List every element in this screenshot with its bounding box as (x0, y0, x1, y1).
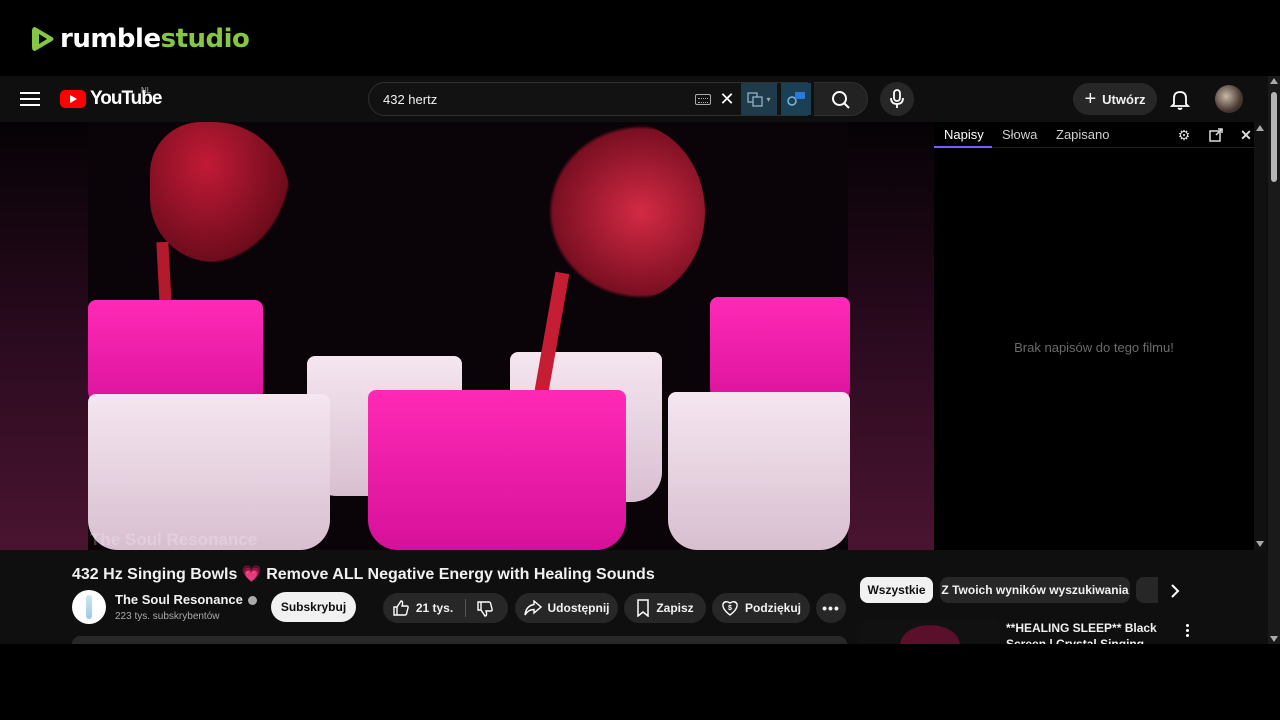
notifications-bell-icon[interactable] (1168, 87, 1192, 111)
gear-icon[interactable]: ⚙ (1176, 127, 1192, 143)
chip-partial[interactable] (1136, 577, 1158, 603)
active-tab-indicator (934, 146, 992, 148)
rumble-banner: rumblestudio (0, 0, 1280, 76)
video-bowl-5 (88, 394, 330, 550)
voice-search-button[interactable] (880, 82, 914, 116)
thumbs-up-icon (393, 600, 409, 616)
create-button[interactable]: + Utwórz (1073, 83, 1157, 115)
popout-icon[interactable] (1208, 127, 1224, 143)
video-bowl-7 (368, 390, 626, 550)
rumble-studio-word: studio (160, 24, 250, 54)
video-watermark: The Soul Resonance (90, 530, 258, 549)
save-label: Zapisz (656, 601, 694, 615)
channel-avatar[interactable] (72, 590, 106, 624)
search-input[interactable] (381, 89, 681, 109)
more-dots-icon: ••• (822, 600, 840, 616)
search-button[interactable] (814, 82, 868, 116)
like-divider (465, 599, 466, 617)
svg-text:$: $ (728, 605, 732, 612)
page-scroll-thumb[interactable] (1271, 92, 1277, 182)
scroll-up-arrow-icon[interactable] (1256, 125, 1264, 131)
video-side-band-left (0, 122, 88, 550)
user-avatar[interactable] (1215, 85, 1243, 113)
heart-dollar-icon: $ (722, 601, 738, 616)
transcript-panel: Napisy Słowa Zapisano ⚙ ✕ Brak napisów d… (934, 122, 1254, 550)
more-actions-button[interactable]: ••• (816, 593, 846, 623)
thanks-button[interactable]: $ Podziękuj (712, 593, 810, 623)
captions-extension-icon[interactable] (781, 83, 811, 115)
video-title: 432 Hz Singing Bowls 💗 Remove ALL Negati… (72, 564, 655, 584)
transcript-empty-message: Brak napisów do tego filmu! (1014, 340, 1174, 355)
tab-napisy[interactable]: Napisy (944, 127, 984, 142)
heart-emoji-icon: 💗 (241, 566, 262, 583)
channel-name-row[interactable]: The Soul Resonance (115, 592, 257, 607)
keyboard-icon[interactable] (695, 94, 711, 105)
thanks-label: Podziękuj (744, 601, 801, 615)
search-box: ✕ ▾ (368, 82, 811, 116)
translate-extension-icon[interactable]: ▾ (741, 83, 777, 115)
chip-from-search[interactable]: Z Twoich wyników wyszukiwania (940, 577, 1130, 603)
chevron-right-icon[interactable] (1166, 582, 1184, 600)
save-button[interactable]: Zapisz (624, 593, 706, 623)
page-scrollbar[interactable] (1268, 76, 1280, 644)
like-count: 21 tys. (415, 601, 454, 615)
rumble-logo-icon (32, 27, 54, 51)
hamburger-menu-icon[interactable] (18, 88, 42, 110)
microphone-icon (890, 89, 904, 108)
country-code: NL (141, 86, 152, 95)
video-player[interactable]: The Soul Resonance (0, 122, 934, 550)
video-title-part1: 432 Hz Singing Bowls (72, 566, 238, 583)
recommendation-title[interactable]: **HEALING SLEEP** Black Screen | Crystal… (1006, 620, 1176, 644)
rumble-brand-word: rumble (60, 24, 161, 54)
recommendation-thumbnail[interactable] (860, 619, 1000, 644)
clear-search-icon[interactable]: ✕ (717, 89, 737, 109)
create-label: Utwórz (1102, 91, 1146, 107)
masthead: YouTube NL ✕ ▾ + Utwórz (0, 76, 1268, 122)
rumble-studio-logo: rumblestudio (30, 24, 250, 54)
tab-slowa[interactable]: Słowa (1002, 127, 1037, 142)
video-side-band-right (848, 122, 934, 550)
subscriber-count: 223 tys. subskrybentów (115, 611, 220, 622)
chip-all[interactable]: Wszystkie (860, 577, 933, 603)
description-box[interactable] (72, 636, 847, 644)
search-icon (832, 91, 850, 109)
more-vertical-icon[interactable] (1180, 622, 1194, 638)
bookmark-icon (637, 599, 650, 617)
video-bowl-6 (668, 392, 850, 550)
video-arm-left (150, 122, 290, 262)
youtube-app: YouTube NL ✕ ▾ + Utwórz (0, 76, 1280, 644)
tab-zapisano[interactable]: Zapisano (1056, 127, 1109, 142)
transcript-tabs: Napisy Słowa Zapisano ⚙ ✕ (934, 122, 1254, 148)
plus-icon: + (1084, 88, 1097, 110)
thumbs-down-icon[interactable] (476, 600, 494, 618)
share-button[interactable]: Udostępnij (515, 593, 618, 623)
video-title-part2: Remove ALL Negative Energy with Healing … (266, 566, 655, 583)
share-label: Udostępnij (547, 601, 610, 615)
scroll-down-arrow-icon[interactable] (1256, 541, 1264, 547)
close-icon[interactable]: ✕ (1238, 127, 1254, 143)
share-arrow-icon (523, 600, 542, 616)
subscribe-button[interactable]: Subskrybuj (271, 592, 356, 622)
youtube-play-icon (60, 90, 86, 108)
like-button[interactable]: 21 tys. (392, 599, 453, 617)
channel-name[interactable]: The Soul Resonance (115, 592, 243, 607)
verified-badge-icon (247, 596, 257, 606)
page-scroll-down-icon[interactable] (1270, 636, 1278, 642)
transcript-scrollbar[interactable] (1254, 122, 1266, 550)
page-scroll-up-icon[interactable] (1270, 78, 1278, 84)
